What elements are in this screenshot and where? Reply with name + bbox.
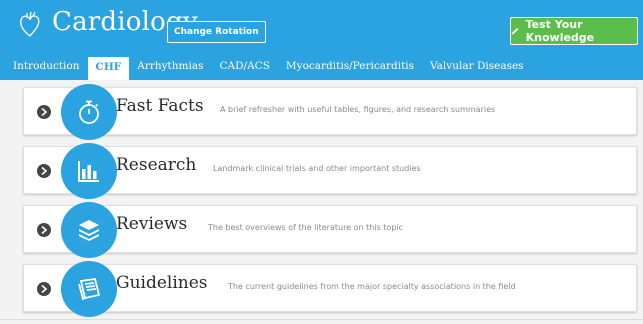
section-research[interactable]: Research Landmark clinical trials and ot… [23, 143, 637, 199]
section-fast-facts[interactable]: Fast Facts A brief refresher with useful… [23, 84, 637, 140]
chevron-right-icon [41, 108, 47, 116]
tab-arrhythmias[interactable]: Arrhythmias [129, 55, 211, 80]
section-guidelines[interactable]: Guidelines The current guidelines from t… [23, 261, 637, 317]
app-header: Cardiology Change Rotation Test Your Kno… [0, 0, 643, 80]
tab-introduction[interactable]: Introduction [0, 55, 88, 80]
section-icon-badge [61, 84, 117, 140]
expand-button[interactable] [37, 105, 51, 119]
expand-button[interactable] [37, 223, 51, 237]
divider [0, 319, 643, 320]
section-title: Reviews [116, 214, 188, 234]
section-icon-badge [61, 143, 117, 199]
pencil-icon [511, 27, 519, 35]
section-icon-badge [61, 202, 117, 258]
section-description: A brief refresher with useful tables, fi… [220, 105, 496, 114]
section-title: Fast Facts [116, 96, 204, 116]
test-knowledge-label: Test Your Knowledge [525, 18, 595, 44]
topic-tabs: Introduction CHF Arrhythmias CAD/ACS Myo… [0, 55, 532, 80]
chevron-right-icon [41, 285, 47, 293]
section-icon-badge [61, 261, 117, 317]
expand-button[interactable] [37, 282, 51, 296]
section-description: Landmark clinical trials and other impor… [213, 164, 421, 173]
section-title: Research [116, 155, 197, 175]
chevron-right-icon [41, 167, 47, 175]
book-icon [78, 277, 101, 301]
tab-cad-acs[interactable]: CAD/ACS [212, 55, 278, 80]
chevron-right-icon [41, 226, 47, 234]
test-knowledge-button[interactable]: Test Your Knowledge [510, 17, 638, 45]
section-reviews[interactable]: Reviews The best overviews of the litera… [23, 202, 637, 258]
stopwatch-icon [79, 100, 99, 124]
section-description: The best overviews of the literature on … [208, 223, 404, 232]
heart-icon [20, 11, 40, 37]
tab-chf[interactable]: CHF [87, 57, 130, 80]
tab-valvular-diseases[interactable]: Valvular Diseases [422, 55, 532, 80]
section-description: The current guidelines from the major sp… [228, 282, 516, 291]
layers-icon [79, 220, 99, 241]
tab-myocarditis-pericarditis[interactable]: Myocarditis/Pericarditis [278, 55, 422, 80]
expand-button[interactable] [37, 164, 51, 178]
bar-chart-icon [78, 161, 99, 182]
section-title: Guidelines [116, 273, 208, 293]
change-rotation-button[interactable]: Change Rotation [167, 21, 266, 43]
